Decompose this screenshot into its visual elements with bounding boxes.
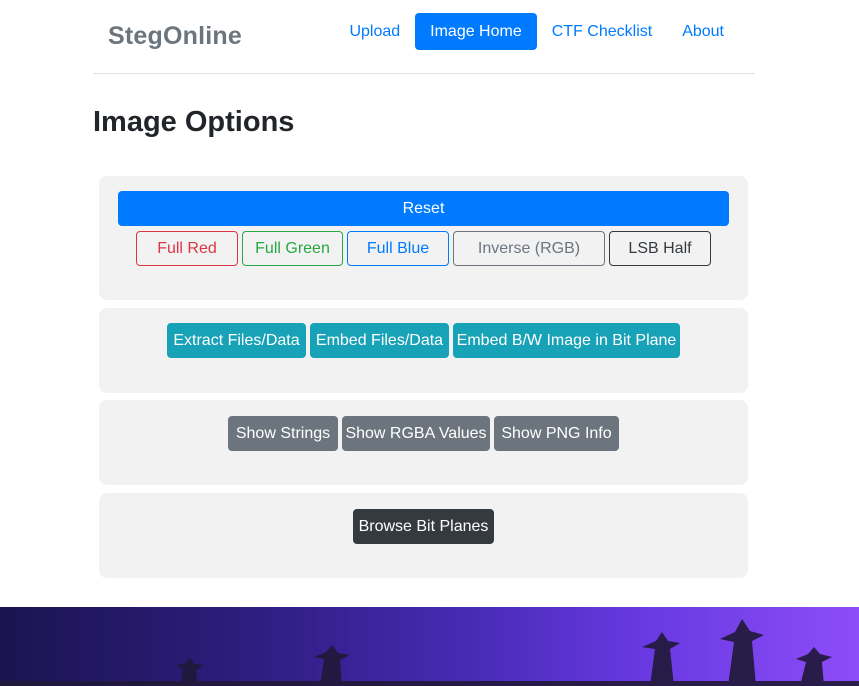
reset-button[interactable]: Reset [118, 191, 729, 226]
browse-bit-planes-button[interactable]: Browse Bit Planes [353, 509, 494, 544]
palm-trees-silhouette [0, 607, 859, 686]
nav-image-home[interactable]: Image Home [415, 13, 537, 50]
nav-upload[interactable]: Upload [334, 13, 415, 50]
embed-files-button[interactable]: Embed Files/Data [310, 323, 449, 358]
lsb-half-button[interactable]: LSB Half [609, 231, 711, 266]
nav-menu: Upload Image Home CTF Checklist About [334, 13, 739, 50]
full-blue-button[interactable]: Full Blue [347, 231, 449, 266]
full-red-button[interactable]: Full Red [136, 231, 238, 266]
nav-ctf-checklist[interactable]: CTF Checklist [537, 13, 667, 50]
show-strings-button[interactable]: Show Strings [228, 416, 338, 451]
page-title: Image Options [93, 106, 295, 138]
show-png-info-button[interactable]: Show PNG Info [494, 416, 619, 451]
image-preview [0, 607, 859, 686]
embed-bw-image-button[interactable]: Embed B/W Image in Bit Plane [453, 323, 680, 358]
show-rgba-values-button[interactable]: Show RGBA Values [342, 416, 490, 451]
nav-about[interactable]: About [667, 13, 739, 50]
inverse-rgb-button[interactable]: Inverse (RGB) [453, 231, 605, 266]
extract-files-button[interactable]: Extract Files/Data [167, 323, 306, 358]
full-green-button[interactable]: Full Green [242, 231, 343, 266]
navbar: StegOnline Upload Image Home CTF Checkli… [93, 0, 755, 74]
brand-logo[interactable]: StegOnline [108, 22, 242, 51]
